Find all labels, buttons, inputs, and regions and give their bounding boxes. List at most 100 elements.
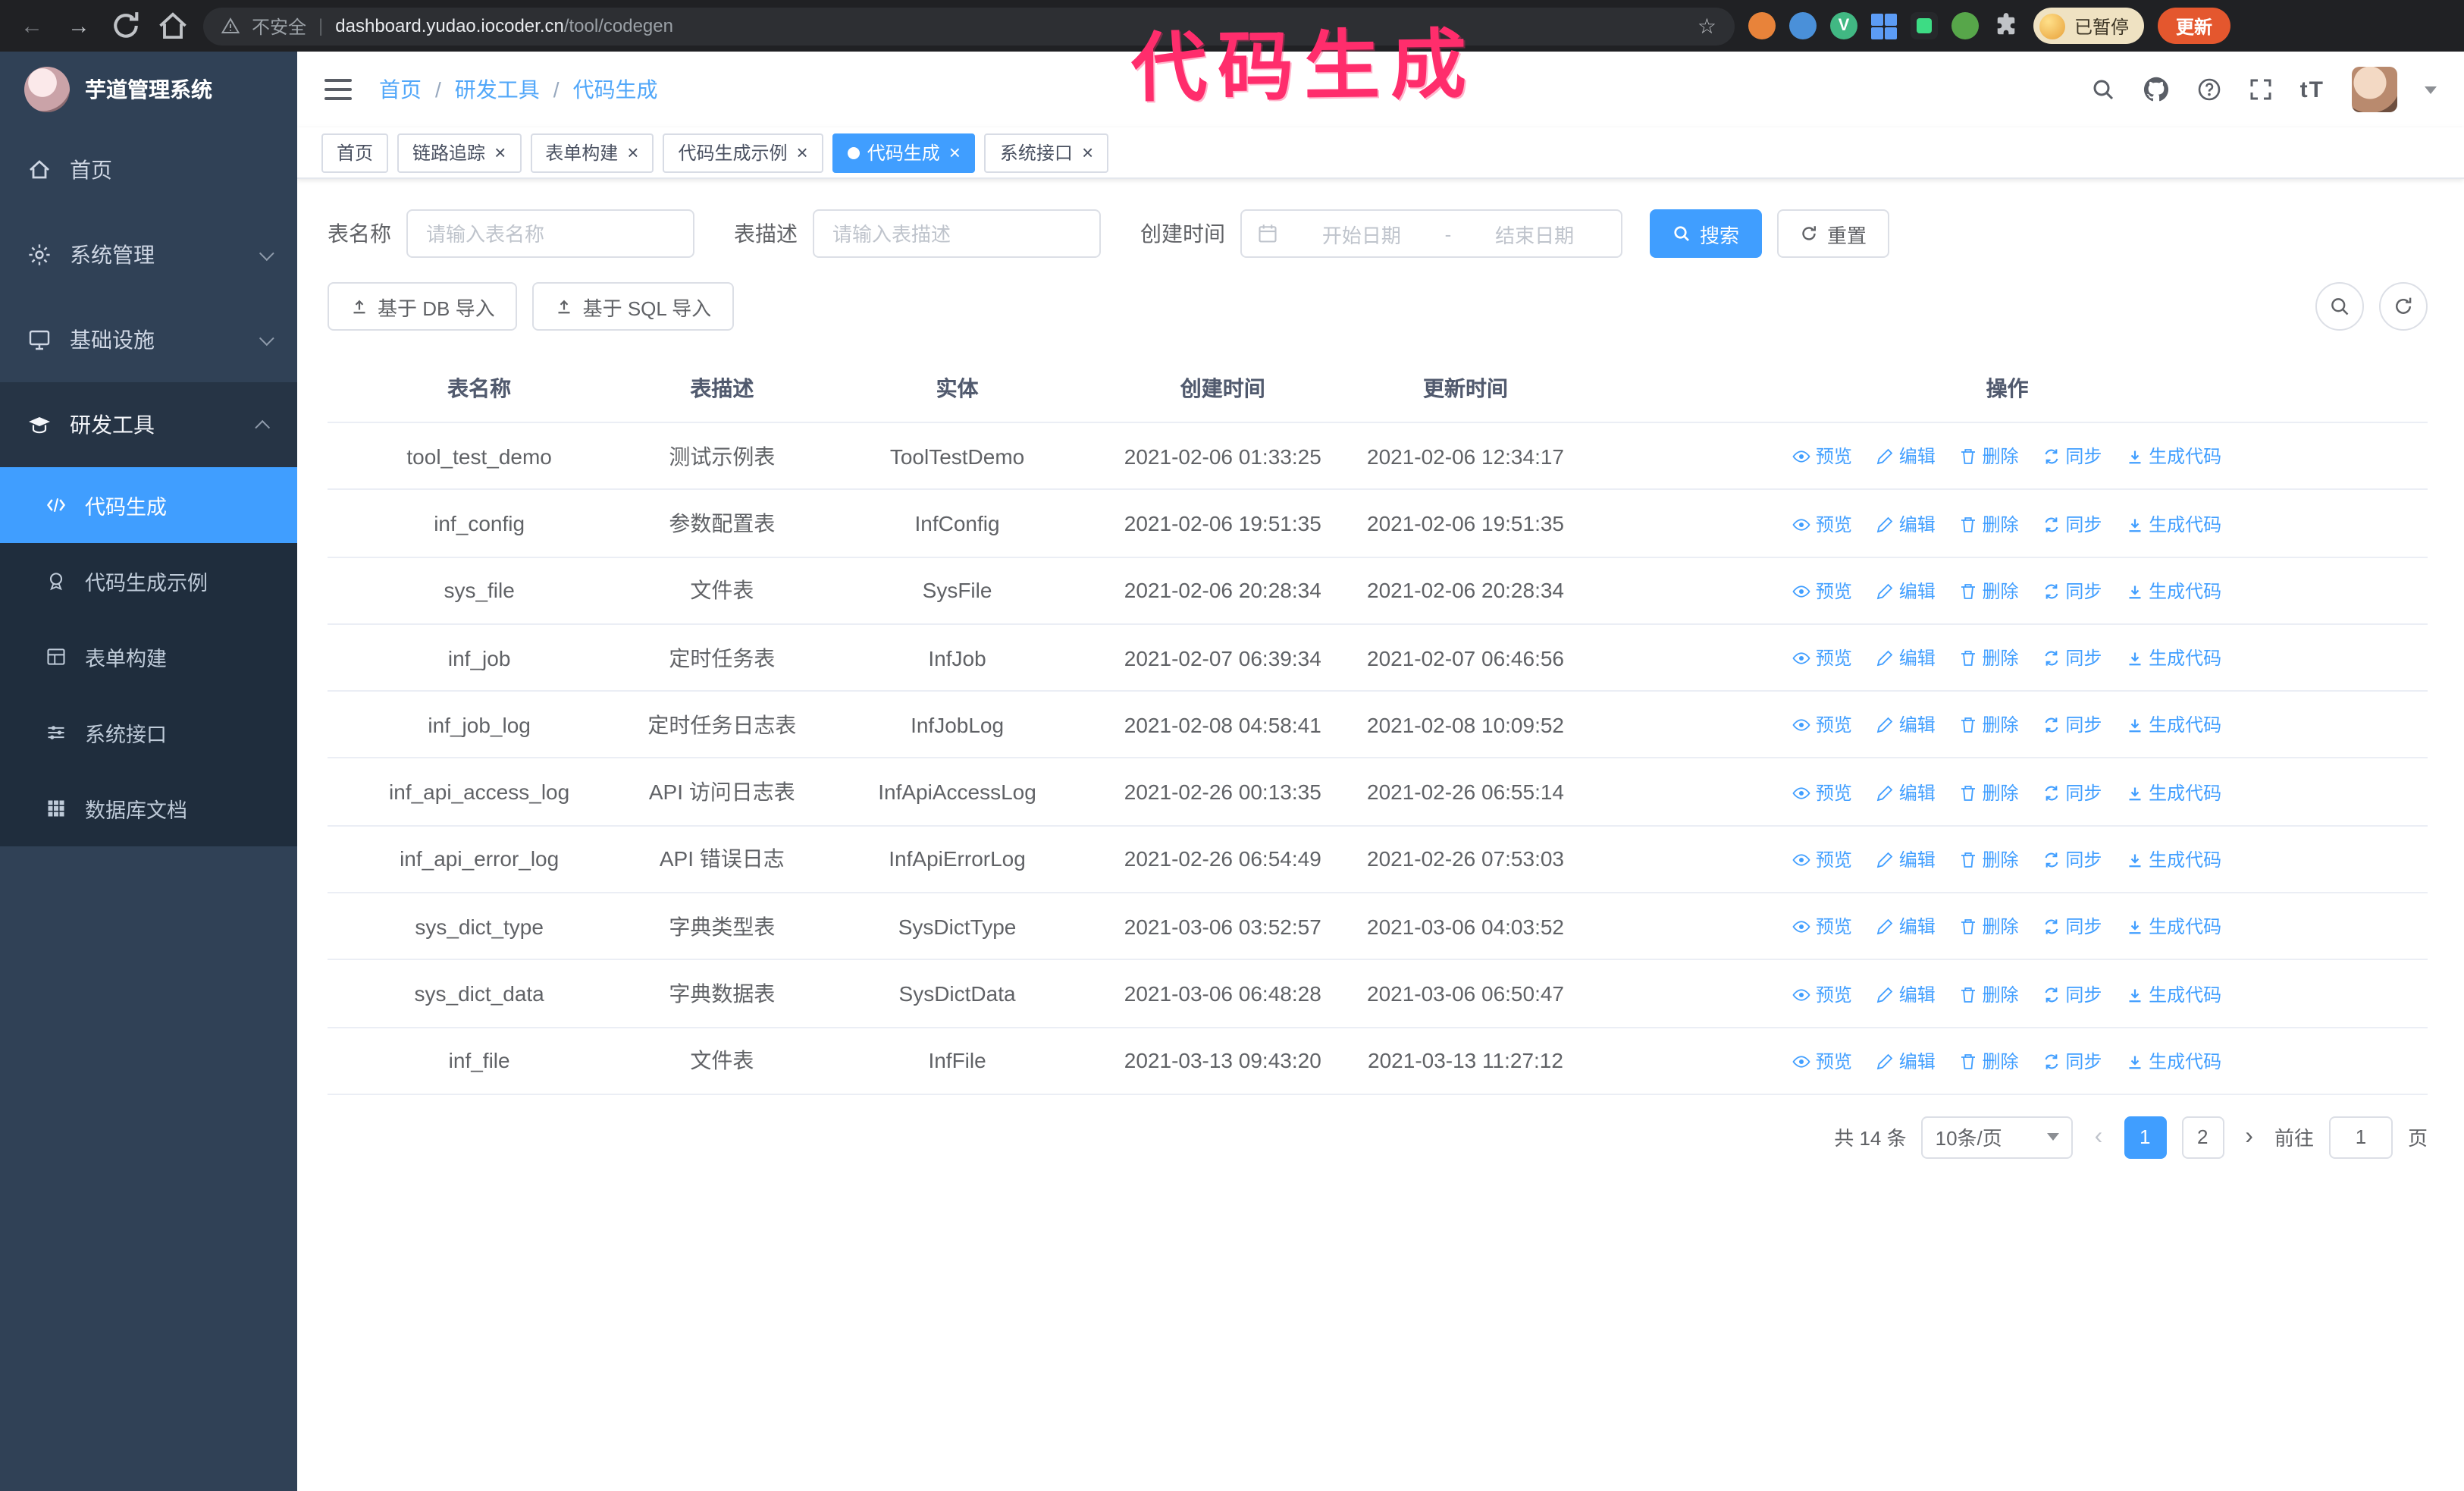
edit-link[interactable]: 编辑 [1876, 441, 1936, 474]
create-time-range-picker[interactable]: 开始日期 - 结束日期 [1240, 209, 1622, 258]
edit-link[interactable]: 编辑 [1876, 575, 1936, 608]
page-size-select[interactable]: 10条/页 [1921, 1116, 2074, 1159]
sync-link[interactable]: 同步 [2042, 441, 2102, 474]
sync-link[interactable]: 同步 [2042, 978, 2102, 1011]
tab-close-icon[interactable]: × [1082, 143, 1093, 162]
sidebar-item-codegen[interactable]: 代码生成 [0, 467, 297, 543]
bookmark-star-icon[interactable]: ☆ [1698, 13, 1716, 39]
reset-button[interactable]: 重置 [1777, 209, 1890, 258]
sync-link[interactable]: 同步 [2042, 777, 2102, 810]
preview-link[interactable]: 预览 [1793, 843, 1852, 877]
back-icon[interactable]: ← [15, 9, 49, 42]
page-button-1[interactable]: 1 [2124, 1116, 2167, 1159]
import-sql-button[interactable]: 基于 SQL 导入 [532, 282, 735, 331]
sidebar-item-form-builder[interactable]: 表单构建 [0, 619, 297, 695]
font-size-icon[interactable]: tT [2300, 77, 2324, 102]
generate-code-link[interactable]: 生成代码 [2126, 441, 2221, 474]
forward-icon[interactable]: → [62, 9, 96, 42]
sync-link[interactable]: 同步 [2042, 709, 2102, 742]
delete-link[interactable]: 删除 [1960, 507, 2019, 541]
preview-link[interactable]: 预览 [1793, 1045, 1852, 1078]
sidebar-item-home[interactable]: 首页 [0, 127, 297, 212]
table-name-input[interactable] [406, 209, 694, 258]
tampermonkey-icon[interactable] [1911, 12, 1938, 39]
edit-link[interactable]: 编辑 [1876, 777, 1936, 810]
delete-link[interactable]: 删除 [1960, 843, 2019, 877]
generate-code-link[interactable]: 生成代码 [2126, 507, 2221, 541]
sidebar-item-db-doc[interactable]: 数据库文档 [0, 771, 297, 846]
generate-code-link[interactable]: 生成代码 [2126, 642, 2221, 675]
delete-link[interactable]: 删除 [1960, 575, 2019, 608]
refresh-table-button[interactable] [2379, 282, 2428, 331]
tab-close-icon[interactable]: × [627, 143, 638, 162]
sidebar-item-api[interactable]: 系统接口 [0, 695, 297, 771]
sidebar-item-system[interactable]: 系统管理 [0, 212, 297, 297]
sidebar-item-codegen-example[interactable]: 代码生成示例 [0, 543, 297, 619]
delete-link[interactable]: 删除 [1960, 1045, 2019, 1078]
grid-extension-icon[interactable] [1871, 13, 1897, 39]
github-icon[interactable] [2143, 76, 2170, 103]
breadcrumb-devtools[interactable]: 研发工具 [455, 74, 540, 105]
sidebar-item-infra[interactable]: 基础设施 [0, 297, 297, 382]
edit-link[interactable]: 编辑 [1876, 911, 1936, 944]
edit-link[interactable]: 编辑 [1876, 978, 1936, 1011]
tab-close-icon[interactable]: × [494, 143, 506, 162]
preview-link[interactable]: 预览 [1793, 911, 1852, 944]
sidebar-item-devtools[interactable]: 研发工具 [0, 382, 297, 467]
tab-api[interactable]: 系统接口 × [984, 133, 1109, 172]
sync-link[interactable]: 同步 [2042, 642, 2102, 675]
browser-update-button[interactable]: 更新 [2158, 8, 2231, 44]
sync-link[interactable]: 同步 [2042, 575, 2102, 608]
tab-home[interactable]: 首页 [321, 133, 389, 172]
edit-link[interactable]: 编辑 [1876, 507, 1936, 541]
tab-close-icon[interactable]: × [797, 143, 808, 162]
generate-code-link[interactable]: 生成代码 [2126, 843, 2221, 877]
edit-link[interactable]: 编辑 [1876, 843, 1936, 877]
breadcrumb-home[interactable]: 首页 [379, 74, 422, 105]
page-button-2[interactable]: 2 [2181, 1116, 2224, 1159]
edit-link[interactable]: 编辑 [1876, 709, 1936, 742]
delete-link[interactable]: 删除 [1960, 441, 2019, 474]
table-desc-input[interactable] [813, 209, 1101, 258]
tab-tracing[interactable]: 链路追踪 × [397, 133, 522, 172]
tab-form-builder[interactable]: 表单构建 × [530, 133, 654, 172]
address-bar[interactable]: 不安全 | dashboard.yudao.iocoder.cn/tool/co… [203, 7, 1735, 45]
preview-link[interactable]: 预览 [1793, 507, 1852, 541]
leaf-extension-icon[interactable] [1951, 12, 1979, 39]
preview-link[interactable]: 预览 [1793, 441, 1852, 474]
home-icon[interactable] [156, 9, 190, 42]
logo[interactable]: 芋道管理系统 [0, 52, 297, 127]
preview-link[interactable]: 预览 [1793, 642, 1852, 675]
generate-code-link[interactable]: 生成代码 [2126, 978, 2221, 1011]
tab-codegen[interactable]: 代码生成 × [832, 133, 976, 172]
paw-extension-icon[interactable] [1748, 12, 1776, 39]
sync-link[interactable]: 同步 [2042, 843, 2102, 877]
preview-link[interactable]: 预览 [1793, 978, 1852, 1011]
delete-link[interactable]: 删除 [1960, 777, 2019, 810]
delete-link[interactable]: 删除 [1960, 911, 2019, 944]
profile-chip[interactable]: 已暂停 [2033, 8, 2145, 44]
prev-page-button[interactable]: ‹ [2089, 1124, 2109, 1151]
edit-link[interactable]: 编辑 [1876, 642, 1936, 675]
generate-code-link[interactable]: 生成代码 [2126, 709, 2221, 742]
search-icon[interactable] [2091, 77, 2115, 102]
delete-link[interactable]: 删除 [1960, 642, 2019, 675]
fullscreen-icon[interactable] [2249, 77, 2273, 102]
reload-icon[interactable] [109, 9, 143, 42]
search-button[interactable]: 搜索 [1650, 209, 1763, 258]
extensions-puzzle-icon[interactable] [1992, 12, 2020, 39]
edit-link[interactable]: 编辑 [1876, 1045, 1936, 1078]
tab-codegen-example[interactable]: 代码生成示例 × [663, 133, 823, 172]
import-db-button[interactable]: 基于 DB 导入 [328, 282, 518, 331]
help-icon[interactable] [2197, 77, 2221, 102]
generate-code-link[interactable]: 生成代码 [2126, 911, 2221, 944]
preview-link[interactable]: 预览 [1793, 575, 1852, 608]
sync-link[interactable]: 同步 [2042, 507, 2102, 541]
toggle-search-button[interactable] [2315, 282, 2364, 331]
next-page-button[interactable]: › [2239, 1124, 2259, 1151]
drop-extension-icon[interactable] [1789, 12, 1817, 39]
generate-code-link[interactable]: 生成代码 [2126, 777, 2221, 810]
vue-devtools-icon[interactable]: V [1830, 12, 1857, 39]
generate-code-link[interactable]: 生成代码 [2126, 1045, 2221, 1078]
tab-close-icon[interactable]: × [949, 143, 961, 162]
